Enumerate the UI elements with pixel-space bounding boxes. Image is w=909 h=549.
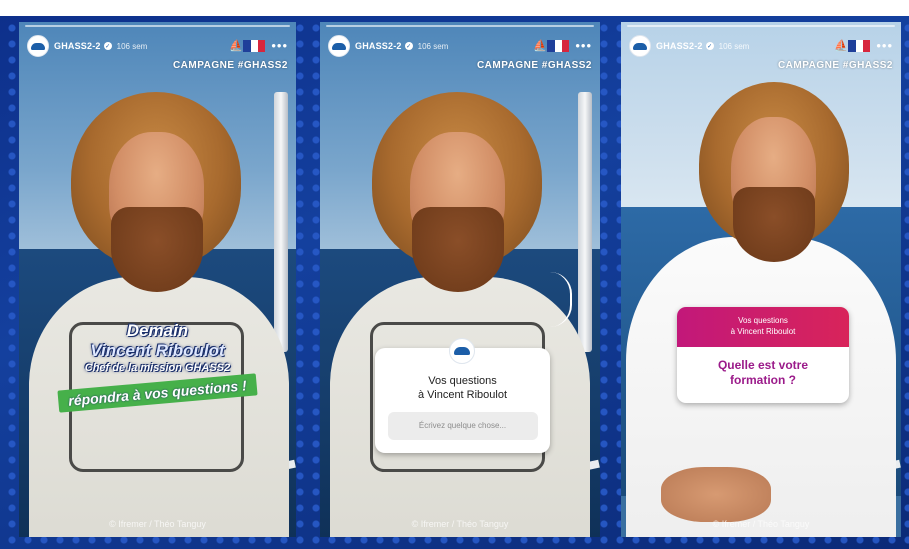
question-sticker-title-line1: Vos questions xyxy=(428,375,497,387)
question-sticker[interactable]: Vos questions à Vincent Riboulot Écrivez… xyxy=(375,338,550,453)
ifremer-logo-icon[interactable] xyxy=(328,35,350,57)
beard xyxy=(111,207,203,292)
more-options-icon[interactable]: ••• xyxy=(271,39,288,52)
campaign-hashtag: CAMPAGNE #GHASS2 xyxy=(476,60,592,71)
announcement-overlay: Demain Vincent Riboulot Chef de la missi… xyxy=(19,320,296,413)
overlay-title: Demain xyxy=(126,321,189,340)
answer-sticker-header: Vos questions à Vincent Riboulot xyxy=(677,307,849,347)
story-header: GHASS2-2 ✓ 106 sem ⛵ ••• xyxy=(621,22,901,62)
post-time: 106 sem xyxy=(417,41,449,51)
answer-question-line2: formation ? xyxy=(730,373,796,387)
overlay-name: Vincent Riboulot xyxy=(90,341,225,360)
answer-question-text: Quelle est votre formation ? xyxy=(677,347,849,388)
beard xyxy=(733,187,815,262)
person-photo xyxy=(19,22,296,537)
french-flag-icon: ⛵ xyxy=(229,39,266,53)
photo-credit: © Ifremer / Théo Tanguy xyxy=(411,519,509,529)
campaign-hashtag: CAMPAGNE #GHASS2 xyxy=(777,60,893,71)
photo-credit: © Ifremer / Théo Tanguy xyxy=(109,519,206,529)
story-panel-3[interactable]: GHASS2-2 ✓ 106 sem ⛵ ••• CAMPAGNE #GHASS… xyxy=(621,22,901,537)
account-name[interactable]: GHASS2-2 xyxy=(656,41,703,51)
answer-question-line1: Quelle est votre xyxy=(717,358,809,372)
verified-icon: ✓ xyxy=(705,42,714,50)
answer-header-line1: Vos questions xyxy=(738,316,788,325)
story-header: GHASS2-2 ✓ 106 sem ⛵ ••• xyxy=(19,22,296,62)
story-panel-1[interactable]: GHASS2-2 ✓ 106 sem ⛵ ••• CAMPAGNE #GHASS… xyxy=(19,22,296,537)
verified-icon: ✓ xyxy=(103,42,112,50)
more-options-icon[interactable]: ••• xyxy=(876,39,893,52)
campaign-hashtag: CAMPAGNE #GHASS2 xyxy=(172,60,288,71)
answer-header-line2: à Vincent Riboulot xyxy=(730,327,796,336)
french-flag-icon: ⛵ xyxy=(834,39,871,53)
post-time: 106 sem xyxy=(718,41,750,51)
question-answer-sticker[interactable]: Vos questions à Vincent Riboulot Quelle … xyxy=(677,307,849,403)
more-options-icon[interactable]: ••• xyxy=(575,39,592,52)
post-time: 106 sem xyxy=(116,41,148,51)
question-input[interactable]: Écrivez quelque chose... xyxy=(387,412,538,440)
hands xyxy=(661,467,771,522)
question-sticker-title-line2: à Vincent Riboulot xyxy=(417,389,508,401)
person-photo xyxy=(621,22,901,537)
french-flag-icon: ⛵ xyxy=(533,39,570,53)
story-panel-2[interactable]: GHASS2-2 ✓ 106 sem ⛵ ••• CAMPAGNE #GHASS… xyxy=(320,22,600,537)
account-name[interactable]: GHASS2-2 xyxy=(355,41,402,51)
beard xyxy=(412,207,504,292)
ifremer-logo-icon[interactable] xyxy=(27,35,49,57)
account-name[interactable]: GHASS2-2 xyxy=(54,41,101,51)
ifremer-logo-icon xyxy=(449,338,475,364)
verified-icon: ✓ xyxy=(404,42,413,50)
ifremer-logo-icon[interactable] xyxy=(629,35,651,57)
story-header: GHASS2-2 ✓ 106 sem ⛵ ••• xyxy=(320,22,600,62)
photo-credit: © Ifremer / Théo Tanguy xyxy=(712,519,810,529)
